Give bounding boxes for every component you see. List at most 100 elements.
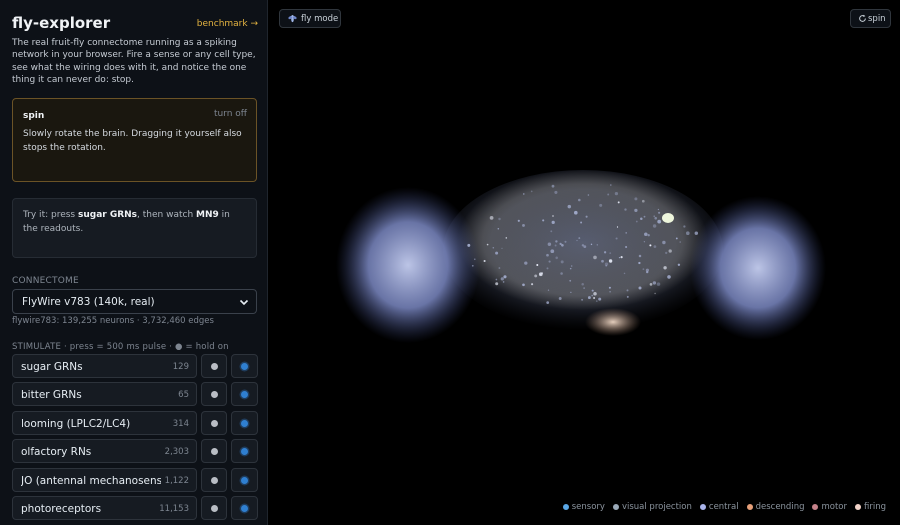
hold-dot-icon	[241, 447, 248, 455]
stimulus-count: 129	[172, 362, 189, 372]
pulse-button[interactable]	[201, 354, 227, 378]
neuron-speckle	[546, 253, 549, 257]
pulse-dot-icon	[210, 362, 218, 370]
neuron-speckle	[658, 211, 661, 214]
stimulus-button[interactable]: olfactory RNs 2,303	[12, 439, 197, 463]
fly-mode-button[interactable]: fly mode	[279, 9, 341, 28]
neuron-speckle	[635, 220, 638, 223]
neuron-speckle	[550, 249, 555, 254]
brain-render[interactable]	[328, 140, 828, 400]
legend-dot	[612, 504, 619, 510]
stimulus-row: JO (antennal mechanosensor… 1,122	[12, 468, 258, 492]
turn-off-button[interactable]: turn off	[214, 109, 247, 119]
neuron-speckle	[634, 197, 638, 201]
neuron-speckle	[530, 190, 533, 193]
benchmark-link[interactable]: benchmark →	[197, 19, 258, 29]
neuron-speckle	[538, 272, 543, 277]
stimulus-row: olfactory RNs 2,303	[12, 439, 258, 463]
legend-item: sensory	[562, 501, 605, 513]
connectome-select[interactable]: FlyWire v783 (140k, real)	[12, 289, 257, 314]
neuron-speckle	[677, 263, 681, 266]
neuron-speckle	[517, 219, 520, 222]
neuron-speckle	[547, 289, 550, 291]
legend-item: motor	[812, 501, 847, 513]
stimulus-label: looming (LPLC2/LC4)	[21, 418, 131, 430]
tip-card: Try it: press sugar GRNs, then watch MN9…	[12, 198, 257, 258]
neuron-speckle	[546, 301, 550, 304]
app-title: fly-explorer	[12, 14, 111, 32]
neuron-speckle	[640, 217, 643, 220]
stimulus-label: JO (antennal mechanosensor…	[21, 475, 161, 487]
neuron-speckle	[569, 267, 572, 270]
neuron-speckle	[683, 225, 686, 228]
neuron-speckle	[617, 201, 620, 204]
neuron-speckle	[603, 251, 607, 254]
pulse-button[interactable]	[201, 468, 227, 492]
spin-button[interactable]: spin	[850, 9, 891, 28]
fly-icon	[288, 15, 297, 23]
neuron-speckle	[497, 228, 500, 230]
hold-toggle[interactable]	[231, 411, 258, 435]
neuron-speckle	[547, 242, 552, 247]
neuron-speckle	[483, 259, 486, 263]
neuron-speckle	[638, 286, 642, 290]
neuron-speckle	[554, 244, 557, 247]
legend-item: descending	[746, 501, 804, 513]
fly-mode-label: fly mode	[301, 14, 339, 24]
stimulus-button[interactable]: bitter GRNs 65	[12, 382, 197, 406]
stimulus-label: olfactory RNs	[21, 446, 92, 458]
neuron-speckle	[626, 289, 629, 292]
neuron-speckle	[593, 255, 597, 260]
neuron-speckle	[590, 243, 593, 246]
pulse-button[interactable]	[201, 411, 227, 435]
neuron-speckle	[625, 245, 628, 249]
tip-prefix: Try it: press	[23, 210, 78, 220]
stimulate-section-label: STIMULATE · press = 500 ms pulse · ● = h…	[12, 342, 229, 352]
legend-label: sensory	[571, 502, 605, 512]
neuron-speckle	[624, 208, 627, 211]
neuron-speckle	[471, 264, 474, 267]
stimulus-count: 314	[172, 419, 189, 429]
stimulus-button[interactable]: sugar GRNs 129	[12, 354, 197, 378]
pulse-button[interactable]	[201, 382, 227, 406]
neuron-speckle	[645, 268, 649, 272]
neuron-speckle	[564, 240, 567, 243]
neuron-speckle	[654, 292, 656, 295]
hold-toggle[interactable]	[231, 439, 258, 463]
pulse-button[interactable]	[201, 439, 227, 463]
hold-dot-icon	[241, 476, 248, 484]
neuron-speckle	[642, 268, 645, 271]
brain-viewport[interactable]: fly mode spin sensory visual projection …	[268, 0, 900, 525]
neuron-speckle	[585, 215, 588, 218]
tip-middle: , then watch	[137, 210, 197, 220]
neuron-speckle	[667, 275, 671, 279]
hold-dot-icon	[241, 390, 248, 398]
neuron-speckle	[656, 282, 661, 286]
neuron-speckle	[652, 224, 657, 228]
legend-dot	[812, 504, 819, 510]
neuron-speckle	[552, 215, 554, 217]
pulse-button[interactable]	[201, 496, 227, 520]
hold-toggle[interactable]	[231, 468, 258, 492]
neuron-speckle	[609, 252, 612, 254]
neuron-speckle	[595, 300, 598, 302]
neuron-speckle	[587, 194, 590, 196]
stimulus-button[interactable]: JO (antennal mechanosensor… 1,122	[12, 468, 197, 492]
stimulus-count: 2,303	[164, 447, 189, 457]
neuron-speckle	[598, 297, 602, 301]
stimulus-button[interactable]: looming (LPLC2/LC4) 314	[12, 411, 197, 435]
stimulus-button[interactable]: photoreceptors 11,153	[12, 496, 197, 520]
stimulus-count: 65	[178, 390, 189, 400]
hold-toggle[interactable]	[231, 382, 258, 406]
sidebar: fly-explorer benchmark → The real fruit-…	[0, 0, 268, 525]
hold-toggle[interactable]	[231, 354, 258, 378]
hold-toggle[interactable]	[231, 496, 258, 520]
neuron-speckle	[610, 184, 612, 186]
neuron-speckle	[615, 237, 618, 240]
neuron-speckle	[524, 261, 528, 265]
neuron-speckle	[536, 263, 539, 267]
sidebar-header: fly-explorer benchmark →	[12, 14, 258, 34]
neuron-speckle	[573, 210, 578, 215]
neuron-speckle	[505, 237, 508, 239]
neuron-speckle	[665, 251, 668, 255]
